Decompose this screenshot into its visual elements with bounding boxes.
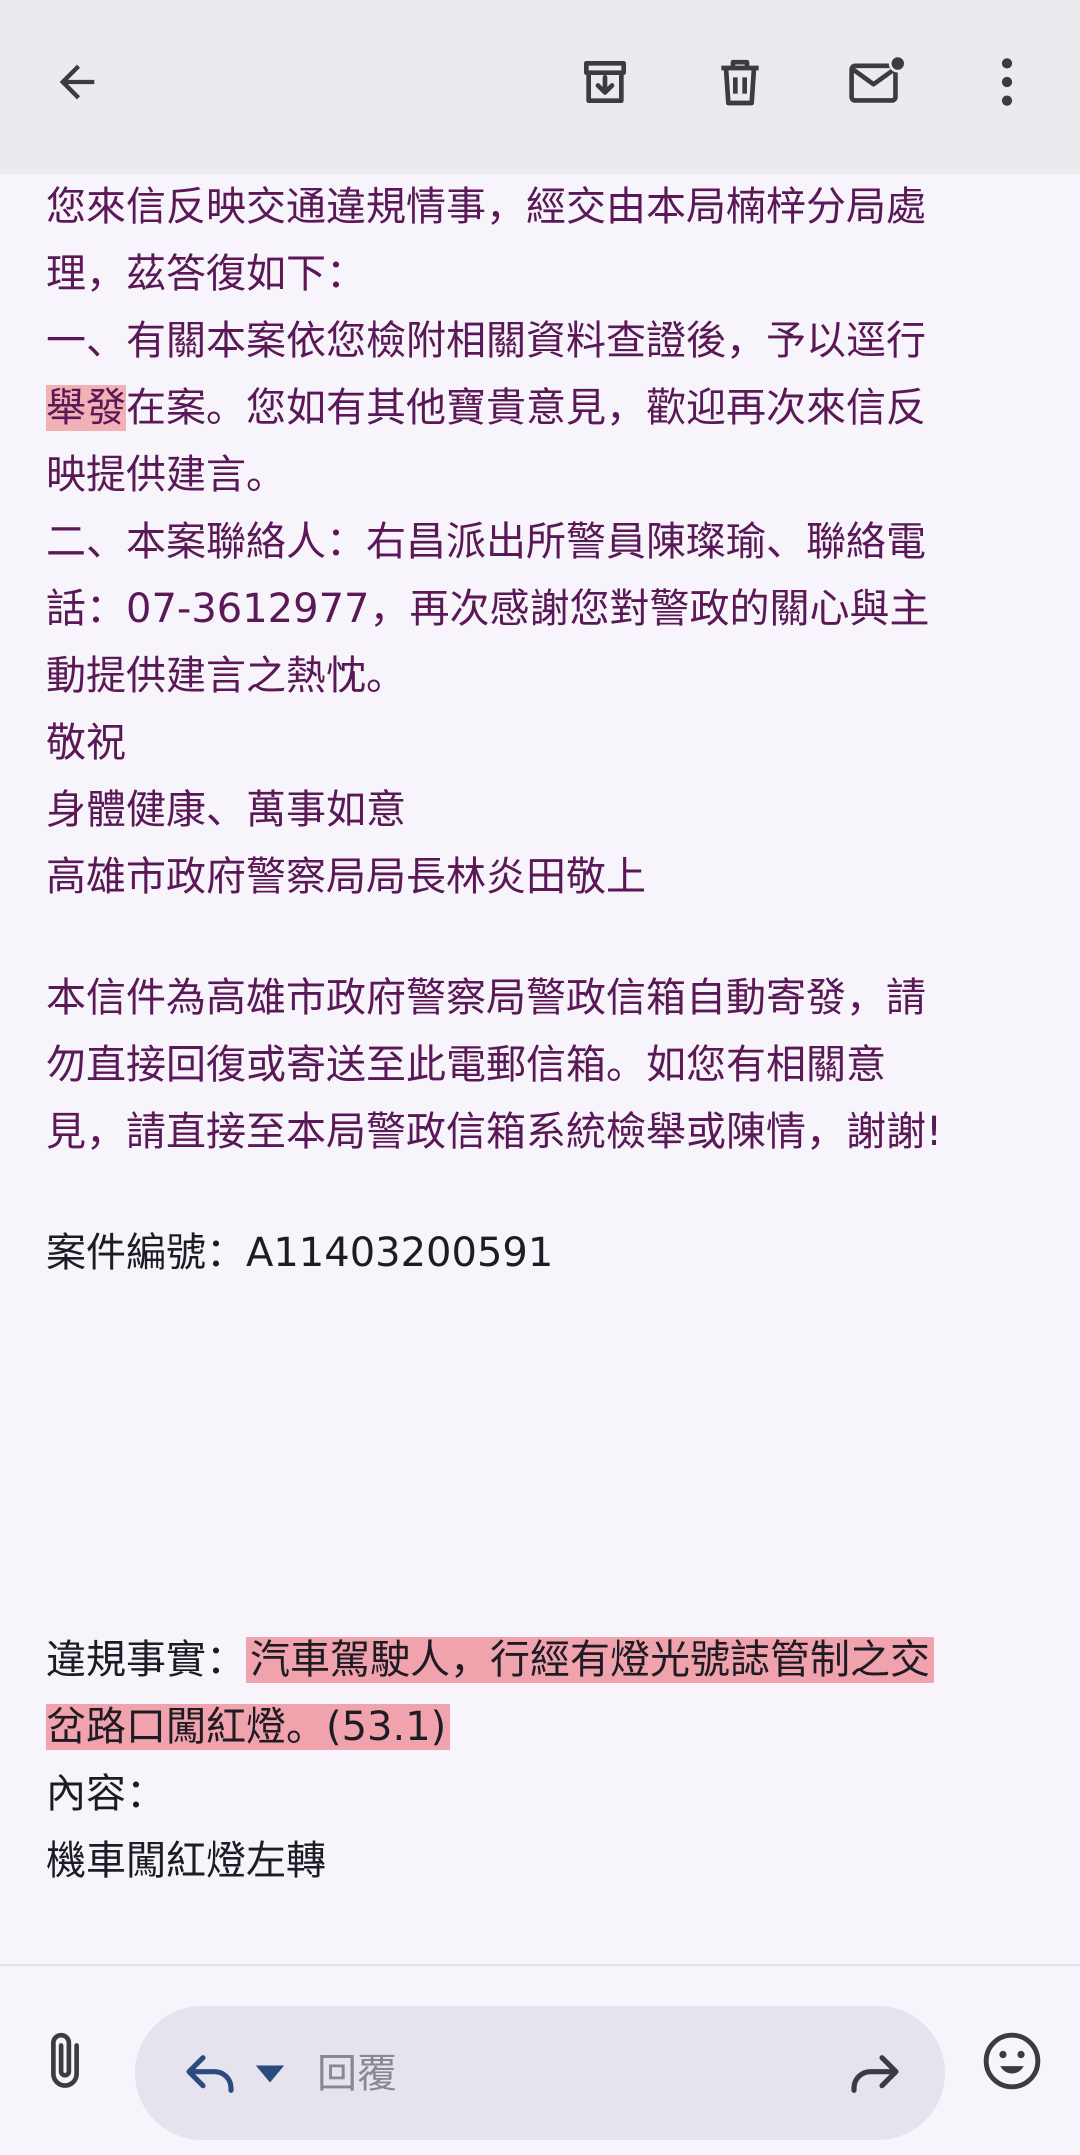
forward-button[interactable] — [840, 2039, 910, 2109]
notice-line: 見，請直接至本局警政信箱系統檢舉或陳情，謝謝! — [46, 1109, 943, 1155]
mail-unread-icon — [849, 54, 907, 103]
email-line-with-highlight: 舉發在案。您如有其他寶貴意見，歡迎再次來信反 — [46, 375, 1056, 442]
content-text: 機車闖紅燈左轉 — [46, 1838, 326, 1884]
reply-placeholder: 回覆 — [317, 2051, 397, 2097]
archive-icon — [584, 61, 626, 103]
email-text: 您來信反映交通違規情事，經交由本局楠梓分局處 理，茲答復如下： 一、有關本案依您… — [46, 174, 1056, 1895]
attach-button[interactable] — [30, 2026, 100, 2096]
email-line: 一、有關本案依您檢附相關資料查證後，予以逕行 — [46, 318, 926, 364]
email-line: 映提供建言。 — [46, 452, 286, 498]
reply-icon — [186, 2055, 234, 2093]
highlighted-word: 舉發 — [46, 385, 126, 431]
email-line: 您來信反映交通違規情事，經交由本局楠梓分局處 — [46, 184, 926, 230]
archive-button[interactable] — [563, 40, 647, 124]
reply-bar: 回覆 — [0, 1964, 1080, 2155]
top-toolbar — [0, 0, 1080, 174]
notice-line: 本信件為高雄市政府警察局警政信箱自動寄發，請 — [46, 975, 926, 1021]
more-vertical-icon — [1001, 58, 1013, 106]
email-line-rest: 在案。您如有其他寶貴意見，歡迎再次來信反 — [126, 385, 926, 431]
reply-dropdown[interactable] — [253, 2059, 287, 2089]
violation-line-2: 岔路口闖紅燈。(53.1) — [46, 1694, 1056, 1761]
reply-field[interactable]: 回覆 — [135, 2006, 945, 2140]
email-line: 理，茲答復如下： — [46, 251, 366, 297]
paperclip-icon — [51, 2032, 79, 2088]
reply-button[interactable] — [175, 2039, 245, 2109]
email-line: 敬祝 — [46, 720, 126, 766]
email-line: 身體健康、萬事如意 — [46, 787, 406, 833]
email-body: 您來信反映交通違規情事，經交由本局楠梓分局處 理，茲答復如下： 一、有關本案依您… — [0, 174, 1080, 1964]
violation-label: 違規事實： — [46, 1637, 246, 1683]
caret-down-icon — [255, 2065, 285, 2083]
emoji-button[interactable] — [975, 2024, 1049, 2098]
email-line: 話：07-3612977，再次感謝您對警政的關心與主 — [46, 586, 930, 632]
violation-text-highlight: 岔路口闖紅燈。(53.1) — [46, 1704, 451, 1750]
arrow-left-icon — [59, 64, 95, 100]
violation-line-1: 違規事實： 汽車駕駛人，行經有燈光號誌管制之交 — [46, 1627, 1056, 1694]
trash-icon — [721, 59, 759, 106]
forward-icon — [851, 2055, 899, 2093]
email-line: 二、本案聯絡人：右昌派出所警員陳璨瑜、聯絡電 — [46, 519, 926, 565]
emoji-icon — [983, 2032, 1041, 2090]
notice-line: 勿直接回復或寄送至此電郵信箱。如您有相關意 — [46, 1042, 886, 1088]
more-options-button[interactable] — [965, 40, 1049, 124]
back-button[interactable] — [35, 40, 119, 124]
email-signature: 高雄市政府警察局局長林炎田敬上 — [46, 854, 646, 900]
case-number: 案件編號：A11403200591 — [46, 1230, 554, 1276]
violation-text-highlight: 汽車駕駛人，行經有燈光號誌管制之交 — [246, 1637, 934, 1683]
delete-button[interactable] — [698, 40, 782, 124]
content-label: 內容： — [46, 1771, 166, 1817]
mark-unread-button[interactable] — [835, 40, 919, 124]
email-line: 動提供建言之熱忱。 — [46, 653, 406, 699]
